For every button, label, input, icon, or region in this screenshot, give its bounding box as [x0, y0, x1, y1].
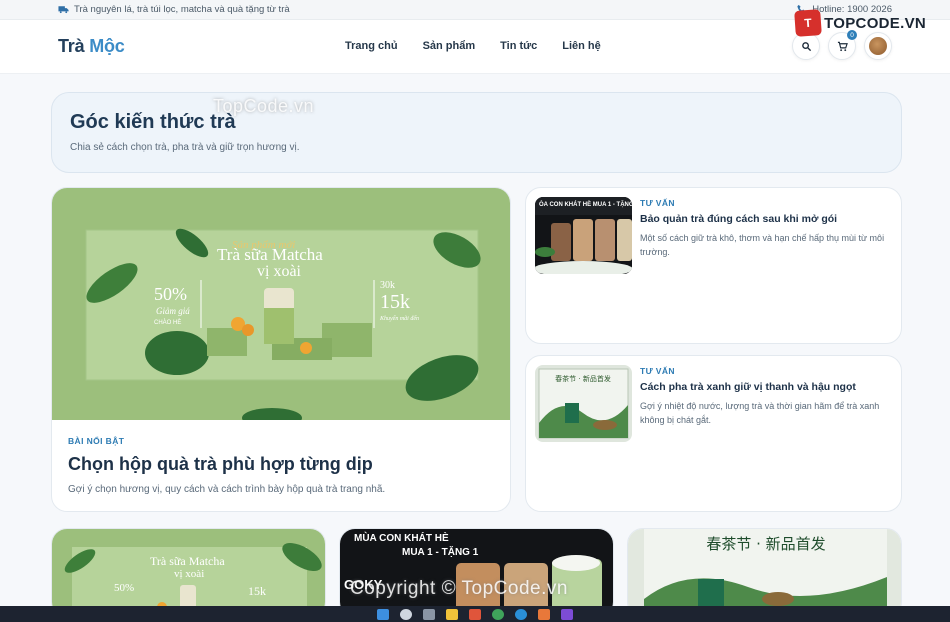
- app-icon[interactable]: [538, 608, 550, 620]
- featured-tag: BÀI NỔI BẬT: [68, 436, 125, 446]
- topcode-logo-text: TOPCODE.VN: [824, 14, 926, 32]
- edge-icon[interactable]: [515, 608, 527, 620]
- side-post-tag: TƯ VẤN: [640, 366, 675, 376]
- goky-card-image: MÙA CON KHÁT HÈ MUA 1 - TẶNG 1 GOKY: [340, 529, 613, 617]
- avatar: [869, 37, 887, 55]
- page-title: Góc kiến thức trà: [70, 111, 236, 133]
- header-actions: 0: [792, 30, 892, 60]
- nav-news[interactable]: Tin tức: [500, 40, 537, 52]
- side-post-title[interactable]: Cách pha trà xanh giữ vị thanh và hậu ng…: [640, 381, 892, 393]
- banner-price-note: Khuyến mãi đến: [379, 315, 419, 322]
- side1-thumb-text: ÒA CON KHÁT HÈ MUA 1 - TẶNG 1: [539, 200, 632, 208]
- b2-line1: MÙA CON KHÁT HÈ: [354, 531, 449, 544]
- search-icon: [801, 41, 811, 51]
- page-hero: Góc kiến thức trà Chia sẻ cách chọn trà,…: [51, 92, 902, 173]
- banner-discount-note: Giảm giá: [156, 306, 190, 316]
- side-post-card[interactable]: 春茶节 · 新品首发 TƯ VẤN Cách pha trà xanh giữ …: [525, 355, 902, 512]
- main-nav: Trang chủ Sản phẩm Tin tức Liên hệ: [345, 40, 601, 52]
- nav-contact[interactable]: Liên hệ: [562, 40, 601, 52]
- b2-line2: MUA 1 - TẶNG 1: [402, 545, 479, 558]
- brave-browser-icon[interactable]: [469, 608, 481, 620]
- b1-discount: 50%: [114, 582, 134, 594]
- side-post-thumbnail[interactable]: 春茶节 · 新品首发: [535, 365, 632, 442]
- site-logo[interactable]: Trà Mộc: [58, 36, 258, 57]
- cart-button[interactable]: 0: [828, 30, 857, 60]
- side-post-thumbnail[interactable]: ÒA CON KHÁT HÈ MUA 1 - TẶNG 1: [535, 197, 632, 274]
- green-tea-thumbnail-illustration: 春茶节 · 新品首发: [535, 365, 632, 442]
- topcode-shield-icon: T: [794, 9, 822, 37]
- task-view-icon[interactable]: [423, 608, 435, 620]
- windows-start-icon[interactable]: [377, 608, 389, 620]
- b2-brand: GOKY: [344, 577, 383, 592]
- side2-thumb-text: 春茶节 · 新品首发: [555, 374, 611, 383]
- side-post-info: TƯ VẤN Bảo quản trà đúng cách sau khi mở…: [640, 197, 892, 334]
- post-card[interactable]: 春茶节 · 新品首发: [627, 528, 902, 618]
- banner-line1: Trà sữa Matcha: [217, 245, 323, 264]
- banner-line2: vị xoài: [257, 263, 302, 280]
- file-explorer-icon[interactable]: [446, 608, 458, 620]
- logo-main-text: Trà: [58, 36, 90, 56]
- b1-price: 15k: [248, 584, 266, 598]
- banner-discount-sub: CHÀO HÈ: [154, 319, 181, 326]
- app-icon[interactable]: [561, 608, 573, 620]
- b3-line1: 春茶节 · 新品首发: [706, 535, 825, 553]
- search-button[interactable]: [792, 32, 820, 60]
- featured-post-body: BÀI NỔI BẬT Chọn hộp quà trà phù hợp từn…: [52, 420, 510, 511]
- featured-post-title[interactable]: Chọn hộp quà trà phù hợp từng dịp: [68, 454, 494, 475]
- green-tea-card-image: 春茶节 · 新品首发: [628, 529, 901, 617]
- side-post-excerpt: Gợi ý nhiệt độ nước, lượng trà và thời g…: [640, 401, 880, 425]
- bubble-tea-thumbnail-illustration: ÒA CON KHÁT HÈ MUA 1 - TẶNG 1: [535, 197, 632, 274]
- cart-icon: [837, 41, 848, 51]
- featured-post-image[interactable]: Sản phẩm mới Trà sữa Matcha vị xoài 50% …: [52, 188, 510, 428]
- banner-price-old: 30k: [380, 280, 395, 291]
- side-post-excerpt: Một số cách giữ trà khô, thơm và hạn chế…: [640, 233, 885, 257]
- side-post-tag: TƯ VẤN: [640, 198, 675, 208]
- b1-line1: Trà sữa Matcha: [150, 554, 225, 568]
- shipping-info: Trà nguyên lá, trà túi lọc, matcha và qu…: [58, 4, 290, 15]
- featured-post-card[interactable]: Sản phẩm mới Trà sữa Matcha vị xoài 50% …: [51, 187, 511, 512]
- page-subtitle: Chia sẻ cách chọn trà, pha trà và giữ tr…: [70, 142, 300, 153]
- banner-discount: 50%: [154, 284, 187, 304]
- side-post-title[interactable]: Bảo quản trà đúng cách sau khi mở gói: [640, 213, 892, 225]
- chrome-icon[interactable]: [492, 608, 504, 620]
- nav-products[interactable]: Sản phẩm: [423, 40, 476, 52]
- side-post-info: TƯ VẤN Cách pha trà xanh giữ vị thanh và…: [640, 365, 892, 502]
- side-post-card[interactable]: ÒA CON KHÁT HÈ MUA 1 - TẶNG 1 TƯ VẤN Bảo…: [525, 187, 902, 344]
- featured-post-excerpt: Gợi ý chọn hương vị, quy cách và cách tr…: [68, 484, 386, 495]
- truck-icon: [58, 6, 69, 14]
- post-card[interactable]: MÙA CON KHÁT HÈ MUA 1 - TẶNG 1 GOKY: [339, 528, 614, 618]
- post-card[interactable]: Trà sữa Matcha vị xoài 50% 15k: [51, 528, 326, 618]
- matcha-card-image: Trà sữa Matcha vị xoài 50% 15k: [52, 529, 325, 617]
- shipping-text: Trà nguyên lá, trà túi lọc, matcha và qu…: [74, 4, 290, 15]
- logo-accent-text: Mộc: [89, 36, 125, 56]
- search-taskbar-icon[interactable]: [400, 608, 412, 620]
- matcha-banner-illustration: Sản phẩm mới Trà sữa Matcha vị xoài 50% …: [52, 188, 510, 428]
- os-taskbar: [0, 606, 950, 622]
- account-button[interactable]: [864, 32, 892, 60]
- topcode-logo: T TOPCODE.VN: [794, 9, 926, 37]
- b1-line2: vị xoài: [174, 568, 204, 580]
- banner-price: 15k: [380, 291, 410, 313]
- nav-home[interactable]: Trang chủ: [345, 40, 398, 52]
